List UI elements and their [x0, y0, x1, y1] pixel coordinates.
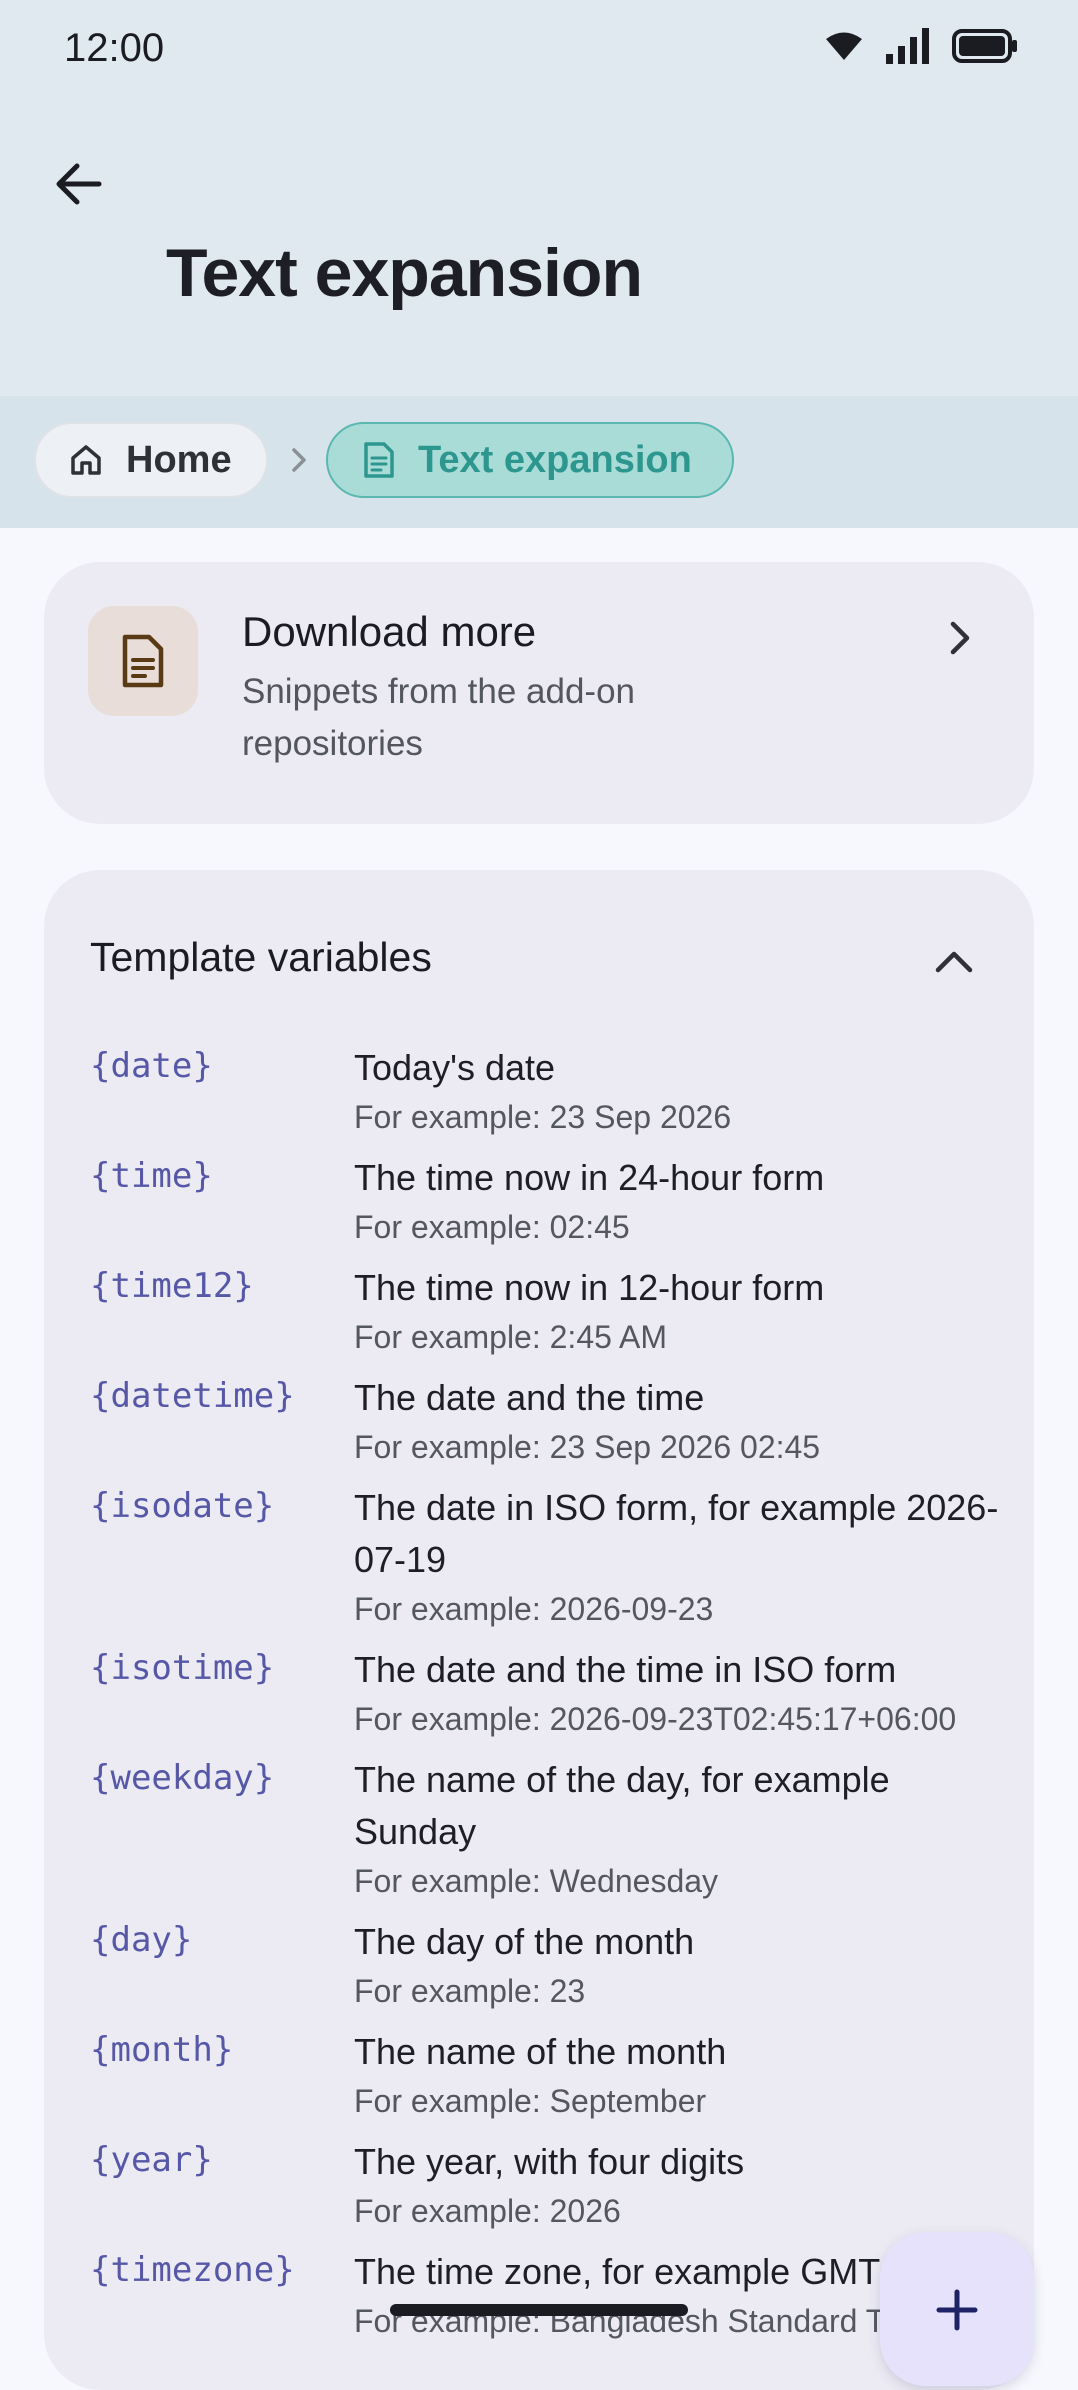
variable-name: {year} [90, 2140, 213, 2180]
variable-row: {weekday} The name of the day, for examp… [90, 1754, 1010, 1904]
variable-example: For example: September [354, 2083, 707, 2119]
breadcrumb-text-expansion[interactable]: Text expansion [326, 422, 734, 498]
variable-example: For example: 23 Sep 2026 02:45 [354, 1429, 821, 1465]
template-variables-card: Template variables {date} Today's date Fo… [44, 870, 1034, 2390]
variable-example: For example: 23 [354, 1973, 586, 2009]
download-icon-box [88, 606, 198, 716]
status-bar: 12:00 [0, 0, 1078, 96]
variable-example: For example: 2026 [354, 2193, 621, 2229]
variable-row: {isotime} The date and the time in ISO f… [90, 1644, 1010, 1742]
variable-example: For example: 2:45 AM [354, 1319, 668, 1355]
variable-name: {weekday} [90, 1758, 275, 1798]
breadcrumb-home-label: Home [126, 438, 232, 481]
chevron-up-icon [935, 951, 973, 973]
variable-row: {datetime} The date and the time For exam… [90, 1372, 1010, 1470]
document-icon [122, 634, 164, 688]
variable-row: {isodate} The date in ISO form, for exam… [90, 1482, 1010, 1632]
plus-icon [936, 2289, 978, 2331]
home-indicator[interactable] [390, 2304, 688, 2316]
page-title: Text expansion [166, 235, 643, 311]
download-title: Download more [242, 608, 537, 655]
breadcrumb: Home Text expansion [0, 396, 1078, 528]
chevron-right-icon [284, 436, 314, 484]
variable-name: {month} [90, 2030, 234, 2070]
status-time: 12:00 [64, 26, 165, 70]
back-button[interactable] [40, 146, 116, 222]
template-variables-title: Template variables [90, 934, 432, 980]
breadcrumb-home[interactable]: Home [34, 422, 268, 498]
wifi-icon [826, 32, 862, 60]
arrow-back-icon [56, 163, 102, 205]
variable-description: The name of the day, for example Sunday [354, 1759, 890, 1852]
download-subtitle: Snippets from the add-on repositories [242, 672, 636, 763]
variable-name: {time12} [90, 1266, 254, 1306]
app-bar: Text expansion [0, 96, 1078, 396]
variable-row: {time} The time now in 24-hour form For e… [90, 1152, 1010, 1250]
variable-description: Today's date [354, 1047, 556, 1088]
variable-example: For example: 02:45 [354, 1209, 630, 1245]
chevron-right-icon [950, 621, 970, 655]
variable-description: The time now in 12-hour form [354, 1267, 825, 1308]
variable-example: For example: 2026-09-23T02:45:17+06:00 [354, 1701, 957, 1737]
variable-description: The date and the time [354, 1377, 705, 1418]
variable-name: {day} [90, 1920, 193, 1960]
variable-name: {datetime} [90, 1376, 295, 1416]
breadcrumb-current-label: Text expansion [418, 438, 692, 481]
variable-example: For example: 2026-09-23 [354, 1591, 714, 1627]
home-icon [71, 445, 101, 475]
variable-row: {time12} The time now in 12-hour form For… [90, 1262, 1010, 1360]
variable-row: {timezone} The time zone, for example GM… [90, 2246, 1010, 2344]
variable-description: The day of the month [354, 1921, 695, 1962]
variable-description: The time now in 24-hour form [354, 1157, 825, 1198]
add-snippet-button[interactable] [880, 2232, 1034, 2386]
signal-icon [886, 28, 929, 64]
download-more-card[interactable]: Download more Snippets from the add-on r… [44, 562, 1034, 824]
variable-example: For example: 23 Sep 2026 [354, 1099, 732, 1135]
variable-row: {day} The day of the month For example: 2… [90, 1916, 1010, 2014]
variable-row: {date} Today's date For example: 23 Sep 2… [90, 1042, 1010, 1140]
variable-name: {isotime} [90, 1648, 275, 1688]
variable-row: {month} The name of the month For example… [90, 2026, 1010, 2124]
variable-description: The name of the month [354, 2031, 727, 2072]
variable-name: {isodate} [90, 1486, 275, 1526]
variable-name: {timezone} [90, 2250, 295, 2290]
variable-description: The date in ISO form, for example 2026-0… [354, 1487, 999, 1580]
collapse-button[interactable] [926, 934, 982, 990]
status-icons [824, 28, 1018, 64]
variable-name: {time} [90, 1156, 213, 1196]
document-icon [364, 442, 394, 478]
variable-description: The date and the time in ISO form [354, 1649, 897, 1690]
variable-list: {date} Today's date For example: 23 Sep 2… [90, 1042, 1010, 2356]
battery-icon [952, 29, 1017, 63]
variable-name: {date} [90, 1046, 213, 1086]
variable-row: {year} The year, with four digits For exa… [90, 2136, 1010, 2234]
variable-example: For example: Wednesday [354, 1863, 719, 1899]
variable-description: The year, with four digits [354, 2141, 745, 2182]
